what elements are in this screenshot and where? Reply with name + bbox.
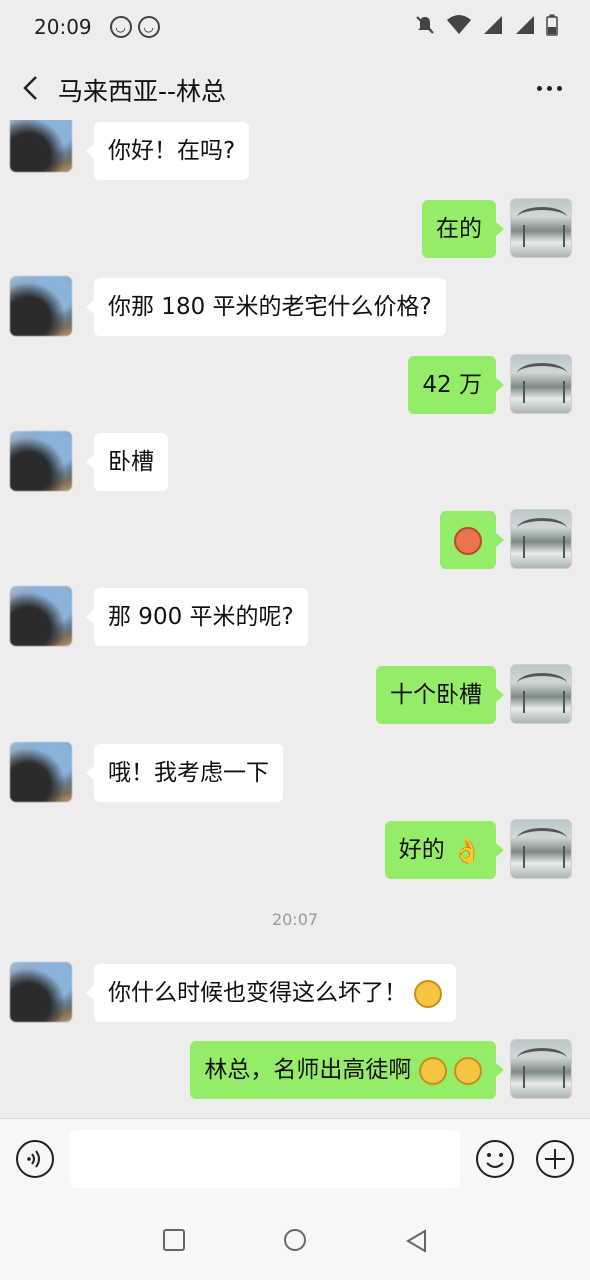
more-dots-icon[interactable] [537, 86, 562, 91]
message-received: 那 900 平米的呢? [0, 586, 590, 650]
message-bubble[interactable]: 你那 180 平米的老宅什么价格? [86, 278, 446, 336]
input-bar [0, 1118, 590, 1200]
message-bubble[interactable]: 十个卧槽 [376, 666, 504, 724]
message-bubble[interactable]: 哦！我考虑一下 [86, 744, 283, 802]
voice-icon[interactable] [15, 1139, 55, 1179]
contact-avatar[interactable] [10, 742, 72, 802]
chevron-left-icon[interactable] [20, 74, 42, 102]
mute-bell-icon [416, 16, 434, 34]
grinning-face-emoji [414, 979, 443, 1008]
wifi-icon [447, 15, 471, 34]
contact-avatar[interactable] [10, 431, 72, 491]
message-sent: 在的 [0, 198, 590, 262]
message-sent: 42 万 [0, 354, 590, 418]
message-text: 卧槽 [108, 449, 154, 475]
message-received: 你那 180 平米的老宅什么价格? [0, 276, 590, 340]
message-bubble[interactable]: 那 900 平米的呢? [86, 588, 308, 646]
notification-icons: ◡ ◡ [109, 16, 160, 38]
message-timestamp: 20:07 [271, 910, 319, 929]
message-bubble[interactable]: 在的 [422, 200, 504, 258]
message-received: 哦！我考虑一下 [0, 742, 590, 806]
contact-avatar[interactable] [10, 120, 72, 172]
message-text: 你什么时候也变得这么坏了！ [108, 980, 407, 1006]
emoji-icon[interactable] [475, 1139, 515, 1179]
message-text: 好的 [398, 837, 445, 863]
message-bubble[interactable]: 好的 👌 [384, 821, 505, 879]
message-bubble[interactable]: 你什么时候也变得这么坏了！ [85, 964, 457, 1022]
message-bubble[interactable] [440, 511, 504, 569]
message-received: 你好！在吗? [0, 120, 590, 184]
system-nav-bar [0, 1200, 590, 1280]
message-text: 林总，名师出高徒啊 [204, 1057, 412, 1083]
message-list[interactable]: 你好！在吗? 在的 你那 180 平米的老宅什么价格? 42 万 卧槽 那 90… [0, 120, 590, 1118]
message-sent [0, 509, 590, 573]
message-bubble[interactable]: 林总，名师出高徒啊 [190, 1041, 504, 1099]
grinning-face-emoji [418, 1056, 447, 1085]
signal-icon [484, 16, 502, 34]
message-bubble[interactable]: 你好！在吗? [85, 122, 250, 180]
message-received: 你什么时候也变得这么坏了！ [0, 962, 590, 1026]
user-avatar[interactable] [510, 1039, 572, 1099]
user-avatar[interactable] [510, 664, 572, 724]
message-text: 你好！在吗? [108, 138, 236, 164]
message-text: 十个卧槽 [390, 682, 482, 708]
message-sent: 十个卧槽 [0, 664, 590, 728]
signal-icon [516, 16, 534, 34]
chat-header: 马来西亚--林总 [0, 60, 590, 116]
message-bubble[interactable]: 卧槽 [86, 433, 168, 491]
message-text: 你那 180 平米的老宅什么价格? [108, 294, 432, 320]
message-input[interactable] [70, 1130, 460, 1188]
user-avatar[interactable] [510, 198, 572, 258]
recent-apps-button[interactable] [163, 1229, 185, 1251]
status-indicators [414, 14, 558, 36]
message-text: 那 900 平米的呢? [108, 604, 294, 630]
status-time: 20:09 [34, 15, 92, 39]
contact-avatar[interactable] [10, 276, 72, 336]
message-received: 卧槽 [0, 431, 590, 495]
message-text: 42 万 [422, 372, 482, 398]
battery-icon [546, 14, 558, 36]
plus-icon[interactable] [535, 1139, 575, 1179]
message-text: 哦！我考虑一下 [108, 760, 269, 786]
home-button[interactable] [284, 1229, 306, 1251]
notification-icon: ◡ [109, 16, 132, 38]
contact-avatar[interactable] [10, 586, 72, 646]
message-sent: 好的 👌 [0, 819, 590, 883]
message-text: 在的 [436, 216, 482, 242]
grinning-face-emoji [454, 1056, 482, 1085]
notification-icon: ◡ [137, 16, 160, 38]
ok-hand-emoji: 👌 [452, 836, 482, 865]
message-sent: 林总，名师出高徒啊 [0, 1039, 590, 1103]
user-avatar[interactable] [510, 509, 572, 569]
message-bubble[interactable]: 42 万 [408, 356, 504, 414]
user-avatar[interactable] [510, 819, 572, 879]
flushed-face-emoji [454, 526, 482, 555]
user-avatar[interactable] [510, 354, 572, 414]
contact-avatar[interactable] [10, 962, 72, 1022]
chat-title: 马来西亚--林总 [58, 77, 227, 106]
back-triangle-icon[interactable] [404, 1228, 428, 1254]
